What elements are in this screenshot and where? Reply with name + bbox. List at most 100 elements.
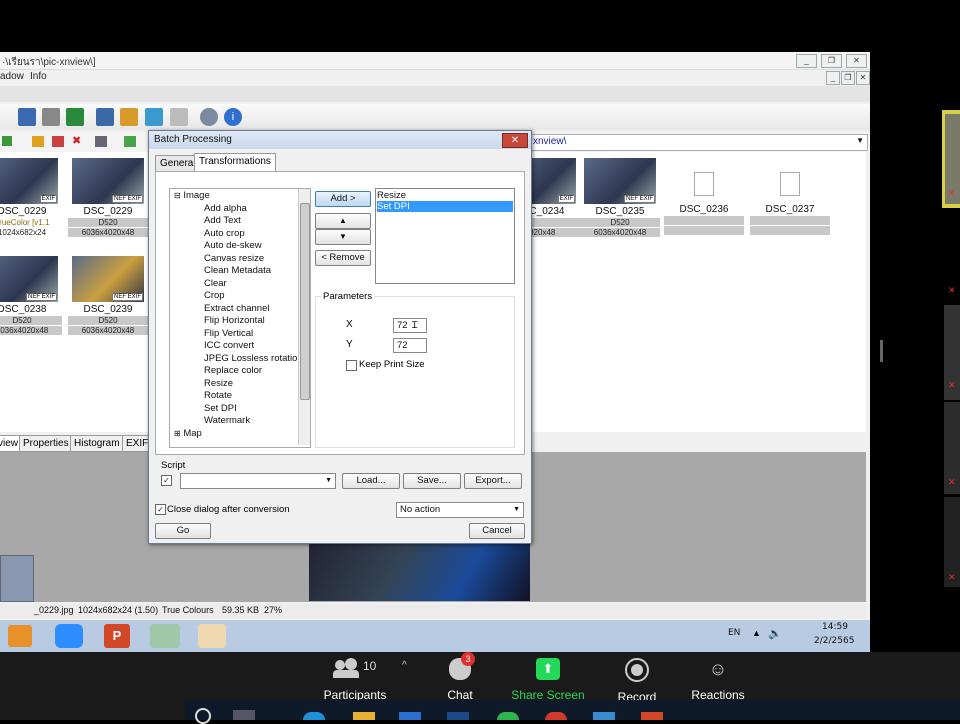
- maximize-button[interactable]: ❐: [821, 54, 842, 68]
- thumbnail-item[interactable]: DSC_0236: [664, 158, 744, 235]
- tree-item[interactable]: Extract channel: [204, 303, 269, 316]
- capture-icon[interactable]: [66, 108, 84, 126]
- save-button[interactable]: Save...: [403, 473, 461, 489]
- filter-icon[interactable]: [124, 136, 136, 147]
- tree-item[interactable]: Flip Vertical: [204, 328, 253, 341]
- edge-icon[interactable]: [303, 712, 325, 720]
- edit-icon[interactable]: [52, 136, 64, 147]
- share-screen-button[interactable]: ⬆ Share Screen: [503, 658, 593, 702]
- tree-item[interactable]: ICC convert: [204, 340, 254, 353]
- thumbnail-item[interactable]: EXIF DSC_0229 TrueColor [v1.1 1024x682x2…: [0, 158, 62, 237]
- zoom-app-icon[interactable]: [55, 624, 83, 648]
- clock-time[interactable]: 14:59: [822, 622, 848, 632]
- info-icon[interactable]: i: [224, 108, 242, 126]
- participants-button[interactable]: 10 Participants: [310, 658, 400, 702]
- tree-item[interactable]: Flip Horizontal: [204, 315, 265, 328]
- powerpoint-icon[interactable]: P: [104, 624, 130, 648]
- delete-icon[interactable]: ✖: [72, 136, 82, 147]
- tree-root-image[interactable]: ⊟ Image: [174, 190, 210, 203]
- thumbnail-item[interactable]: NEF EXIF DSC_0238 D520 6036x4020x48: [0, 256, 62, 335]
- search-icon[interactable]: [195, 708, 211, 724]
- tree-scrollbar[interactable]: [298, 189, 310, 445]
- tree-item[interactable]: Rotate: [204, 390, 232, 403]
- tree-item[interactable]: JPEG Lossless rotation: [204, 353, 303, 366]
- tab-histogram[interactable]: Histogram: [70, 435, 124, 452]
- tree-item[interactable]: Set DPI: [204, 403, 237, 416]
- tree-item[interactable]: Auto crop: [204, 228, 245, 241]
- script-checkbox[interactable]: ✓: [161, 475, 172, 486]
- tab-properties[interactable]: Properties: [19, 435, 73, 452]
- cancel-button[interactable]: Cancel: [469, 523, 525, 539]
- slideshow-icon[interactable]: [120, 108, 138, 126]
- folder-icon[interactable]: [353, 712, 375, 720]
- line-icon[interactable]: [497, 712, 519, 720]
- chrome-icon[interactable]: [545, 712, 567, 720]
- list-item-selected[interactable]: Set DPI: [377, 201, 513, 212]
- tray-arrow-icon[interactable]: ▲: [752, 628, 761, 638]
- go-button[interactable]: Go: [155, 523, 211, 539]
- tree-item[interactable]: Add alpha: [204, 203, 247, 216]
- y-field[interactable]: 72: [393, 338, 427, 353]
- media-player-icon[interactable]: [8, 625, 32, 647]
- keep-print-size-checkbox[interactable]: [346, 360, 357, 371]
- close-button[interactable]: ✕: [846, 54, 867, 68]
- thumbnail-item[interactable]: NEF EXIF DSC_0235 D520 6036x4020x48: [580, 158, 660, 237]
- add-button[interactable]: Add >: [315, 191, 371, 207]
- scrollbar-thumb[interactable]: [300, 203, 310, 400]
- close-after-checkbox[interactable]: ✓: [155, 504, 166, 515]
- notepad-icon[interactable]: [150, 624, 180, 648]
- x-field[interactable]: 72 Ɪ: [393, 318, 427, 333]
- menu-info[interactable]: Info: [30, 71, 47, 82]
- chevron-down-icon[interactable]: ▼: [856, 136, 864, 145]
- tree-item[interactable]: Add Text: [204, 215, 241, 228]
- tree-item[interactable]: Watermark: [204, 415, 250, 428]
- minimize-button[interactable]: _: [796, 54, 817, 68]
- thumbnail-item[interactable]: NEF EXIF DSC_0239 D520 6036x4020x48: [68, 256, 148, 335]
- resize-handle[interactable]: [880, 340, 883, 362]
- tab-transformations[interactable]: Transformations: [194, 153, 276, 172]
- thumbnail-item[interactable]: DSC_0237: [750, 158, 830, 235]
- calculator-icon[interactable]: [170, 108, 188, 126]
- volume-icon[interactable]: 🔈: [768, 627, 782, 640]
- script-select[interactable]: ▼: [180, 473, 336, 489]
- clock-date[interactable]: 2/2/2565: [814, 636, 854, 646]
- folder-icon[interactable]: [32, 136, 44, 147]
- web-icon[interactable]: [145, 108, 163, 126]
- tree-root-map[interactable]: ⊞ Map: [174, 428, 202, 441]
- tree-item[interactable]: Resize: [204, 378, 233, 391]
- dialog-close-button[interactable]: ✕: [502, 133, 528, 148]
- gear-icon[interactable]: [200, 108, 218, 126]
- export-button[interactable]: Export...: [464, 473, 522, 489]
- transformations-list[interactable]: Resize Set DPI: [375, 188, 515, 284]
- zoom-taskbar-icon[interactable]: [593, 712, 615, 720]
- language-indicator[interactable]: EN: [728, 628, 740, 638]
- move-down-button[interactable]: ▼: [315, 229, 371, 245]
- tree-item[interactable]: Clear: [204, 278, 227, 291]
- reactions-button[interactable]: ☺ Reactions: [673, 658, 763, 702]
- tree-item[interactable]: Canvas resize: [204, 253, 264, 266]
- child-close-button[interactable]: ✕: [856, 71, 870, 85]
- store-icon[interactable]: [399, 712, 421, 720]
- powerpoint-taskbar-icon[interactable]: [641, 712, 663, 720]
- load-button[interactable]: Load...: [342, 473, 400, 489]
- remove-button[interactable]: < Remove: [315, 250, 371, 266]
- task-view-icon[interactable]: [233, 710, 255, 720]
- action-select[interactable]: No action ▼: [396, 502, 524, 518]
- print-icon[interactable]: [42, 108, 60, 126]
- tree-item[interactable]: Clean Metadata: [204, 265, 271, 278]
- path-field[interactable]: xnview\ ▼: [530, 134, 868, 151]
- record-button[interactable]: Record: [592, 658, 682, 704]
- tree-item[interactable]: Replace color: [204, 365, 262, 378]
- xnview-taskbar-icon[interactable]: [198, 624, 226, 648]
- app-icon[interactable]: [447, 712, 469, 720]
- move-up-button[interactable]: ▲: [315, 213, 371, 229]
- browser-icon[interactable]: [96, 108, 114, 126]
- binoculars-icon[interactable]: [18, 108, 36, 126]
- chevron-up-icon[interactable]: ^: [402, 660, 407, 671]
- thumbnail-item[interactable]: NEF EXIF DSC_0229 D520 6036x4020x48: [68, 158, 148, 237]
- arrow-icon[interactable]: [2, 136, 12, 146]
- menu-window[interactable]: adow: [0, 71, 24, 82]
- child-minimize-button[interactable]: _: [826, 71, 840, 85]
- transformations-tree[interactable]: ⊟ Image Add alpha Add Text Auto crop Aut…: [169, 188, 311, 448]
- child-restore-button[interactable]: ❐: [841, 71, 855, 85]
